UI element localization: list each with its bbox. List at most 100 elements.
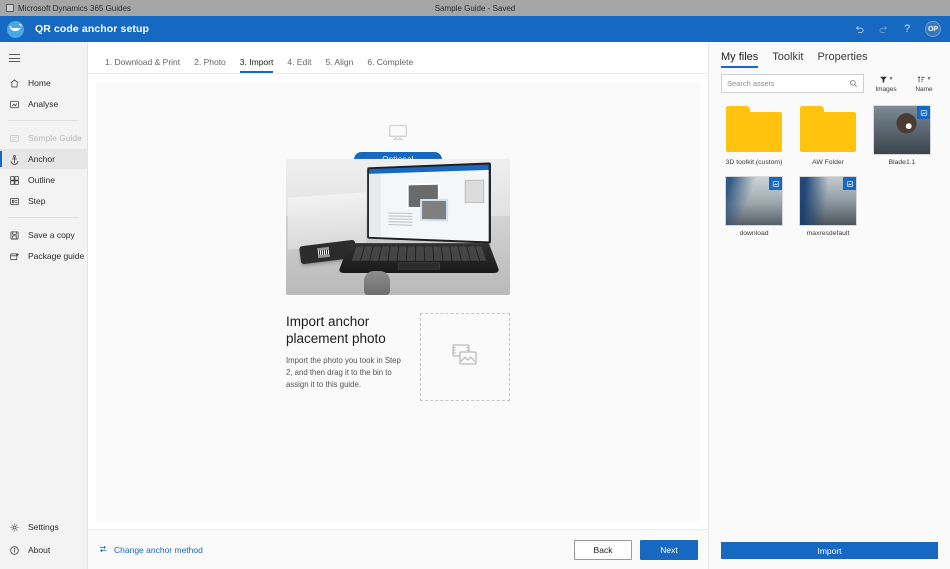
anchor-icon [9,154,20,165]
folder-icon [800,106,856,152]
sidebar-item-label: Outline [28,175,55,185]
app-window-icon [6,4,14,12]
tab-my-files[interactable]: My files [721,51,759,68]
sort-label: Name [915,86,933,93]
home-icon [9,78,20,89]
redo-icon[interactable] [872,18,894,40]
os-titlebar: Microsoft Dynamics 365 Guides Sample Gui… [0,0,950,16]
guide-icon [9,133,20,144]
sidebar-group-guide: Sample Guide Anchor Outline Step [0,126,87,212]
sidebar-group-actions: Save a copy Package guide [0,223,87,267]
tab-download-print[interactable]: 1. Download & Print [98,57,187,73]
folder-thumbnail [723,105,785,155]
import-button-wrap: Import [709,542,950,569]
tab-import[interactable]: 3. Import [233,57,281,73]
package-icon [9,251,20,262]
info-icon [9,545,20,556]
chevron-down-icon: ▼ [926,76,932,82]
photo-dropzone[interactable] [420,313,510,401]
image-type-badge-icon [769,177,782,190]
sidebar-item-sample-guide: Sample Guide [0,128,87,148]
wizard-stage: Optional [96,124,700,401]
sidebar: Home Analyse Sample Guide Anchor Outline… [0,42,88,569]
gear-icon [9,522,20,533]
image-thumbnail [723,176,785,226]
filter-images-button[interactable]: ▼ Images [870,74,902,94]
sidebar-divider-1 [8,120,79,121]
help-icon[interactable]: ? [896,18,918,40]
sidebar-item-label: Anchor [28,154,55,164]
import-button[interactable]: Import [721,542,938,559]
sidebar-item-analyse[interactable]: Analyse [0,94,87,114]
import-heading: Import anchor placement photo [286,314,386,347]
sidebar-item-home[interactable]: Home [0,73,87,93]
tab-complete[interactable]: 6. Complete [360,57,420,73]
file-label: AW Folder [812,159,844,166]
sidebar-item-label: Analyse [28,99,59,109]
menu-toggle-icon[interactable] [0,45,87,71]
undo-icon[interactable] [848,18,870,40]
file-label: download [739,230,769,237]
anchor-photo-illustration [286,159,510,295]
sidebar-item-package-guide[interactable]: Package guide [0,246,87,266]
image-placeholder-icon [450,342,480,373]
search-assets-box[interactable] [721,74,864,93]
sidebar-item-outline[interactable]: Outline [0,170,87,190]
header-actions: ? OP [848,16,944,42]
app-header: QR code anchor setup ? OP [0,16,950,42]
list-item[interactable]: 3D toolkit (custom) [723,105,785,166]
list-item[interactable]: Blade1.1 [871,105,933,166]
assets-panel: My files Toolkit Properties ▼ [708,42,950,569]
next-button[interactable]: Next [640,539,698,560]
search-input[interactable] [727,79,845,88]
back-button[interactable]: Back [574,539,632,560]
swap-icon [98,544,108,556]
sort-icon: ▼ [917,74,932,85]
list-item[interactable]: download [723,176,785,237]
tab-toolkit[interactable]: Toolkit [772,51,803,68]
file-label: maxresdefault [806,230,850,237]
sidebar-group-primary: Home Analyse [0,71,87,115]
chevron-down-icon: ▼ [888,76,894,82]
tab-align[interactable]: 5. Align [318,57,360,73]
tab-photo[interactable]: 2. Photo [187,57,233,73]
import-info-row: Import anchor placement photo Import the… [286,313,510,401]
file-label: 3D toolkit (custom) [725,159,783,166]
import-description: Import the photo you took in Step 2, and… [286,355,401,389]
sidebar-item-anchor[interactable]: Anchor [0,149,87,169]
filter-icon: ▼ [879,74,894,85]
step-icon [9,196,20,207]
tab-edit[interactable]: 4. Edit [280,57,318,73]
sidebar-item-label: About [28,545,51,555]
list-item[interactable]: maxresdefault [797,176,859,237]
sidebar-group-bottom: Settings About [0,517,87,569]
avatar[interactable]: OP [925,21,941,37]
sidebar-item-step[interactable]: Step [0,191,87,211]
sidebar-divider-2 [8,217,79,218]
os-document-title: Sample Guide - Saved [434,3,516,13]
image-thumbnail [797,176,859,226]
change-anchor-method-link[interactable]: Change anchor method [98,544,203,556]
assets-grid-area: 3D toolkit (custom) AW Folder Blade1.1 d… [709,97,950,542]
assets-toolbar: ▼ Images ▼ Name [709,68,950,97]
outline-icon [9,175,20,186]
wizard-nav-buttons: Back Next [574,539,698,560]
image-thumbnail [871,105,933,155]
sidebar-item-label: Save a copy [28,230,75,240]
os-app-name: Microsoft Dynamics 365 Guides [18,3,131,13]
change-anchor-method-label: Change anchor method [114,544,203,555]
list-item[interactable]: AW Folder [797,105,859,166]
save-copy-icon [9,230,20,241]
main-content: 1. Download & Print 2. Photo 3. Import 4… [88,42,708,569]
sidebar-item-save-a-copy[interactable]: Save a copy [0,225,87,245]
image-type-badge-icon [843,177,856,190]
tab-properties[interactable]: Properties [817,51,867,68]
search-icon [849,75,858,93]
wizard-tabs: 1. Download & Print 2. Photo 3. Import 4… [88,42,708,74]
folder-icon [726,106,782,152]
sidebar-item-label: Package guide [28,251,85,261]
sidebar-item-settings[interactable]: Settings [0,517,87,537]
sidebar-item-label: Settings [28,522,59,532]
sidebar-item-about[interactable]: About [0,540,87,560]
sort-name-button[interactable]: ▼ Name [908,74,940,93]
